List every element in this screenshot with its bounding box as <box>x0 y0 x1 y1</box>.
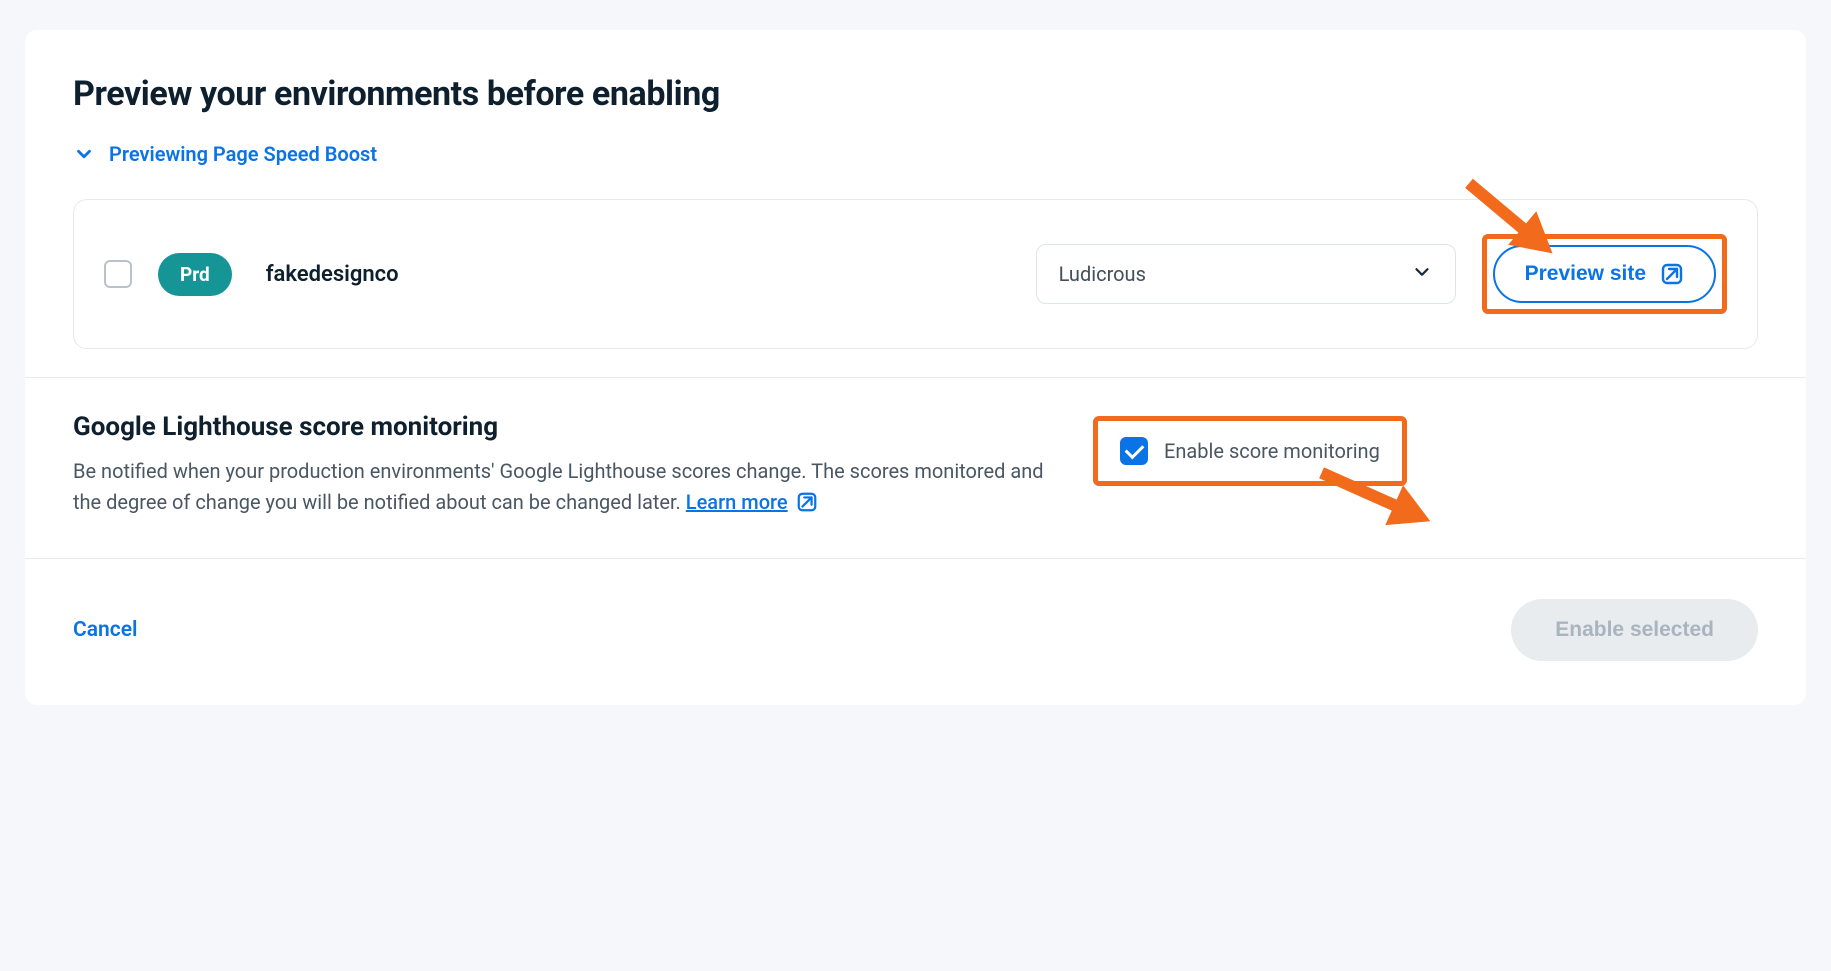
settings-card: Preview your environments before enablin… <box>25 30 1806 705</box>
env-checkbox[interactable] <box>104 260 132 288</box>
environment-row: Prd fakedesignco Ludicrous Preview site <box>73 199 1758 349</box>
highlight-box-preview: Preview site <box>1482 234 1727 314</box>
section-footer: Cancel Enable selected <box>25 559 1806 705</box>
speed-select[interactable]: Ludicrous <box>1036 244 1456 304</box>
preview-site-button[interactable]: Preview site <box>1493 245 1716 303</box>
highlight-box-monitoring: Enable score monitoring <box>1093 416 1407 486</box>
chevron-down-icon <box>73 143 95 165</box>
disclosure-label: Previewing Page Speed Boost <box>109 142 377 166</box>
env-name: fakedesignco <box>258 262 1010 287</box>
monitoring-description: Be notified when your production environ… <box>73 456 1053 518</box>
monitoring-toggle-label: Enable score monitoring <box>1164 439 1380 463</box>
external-link-icon <box>796 491 820 515</box>
preview-site-label: Preview site <box>1525 262 1646 286</box>
disclosure-toggle[interactable]: Previewing Page Speed Boost <box>73 142 377 166</box>
external-link-icon <box>1660 262 1684 286</box>
select-value: Ludicrous <box>1059 262 1146 286</box>
monitoring-checkbox[interactable] <box>1120 437 1148 465</box>
learn-more-link[interactable]: Learn more <box>686 487 820 518</box>
enable-selected-button[interactable]: Enable selected <box>1511 599 1758 661</box>
env-badge: Prd <box>158 253 232 296</box>
cancel-button[interactable]: Cancel <box>73 618 137 642</box>
chevron-down-icon <box>1411 261 1433 288</box>
monitoring-title: Google Lighthouse score monitoring <box>73 412 1053 442</box>
section-preview: Preview your environments before enablin… <box>25 30 1806 377</box>
page-title: Preview your environments before enablin… <box>73 74 1758 114</box>
section-monitoring: Google Lighthouse score monitoring Be no… <box>25 378 1806 558</box>
